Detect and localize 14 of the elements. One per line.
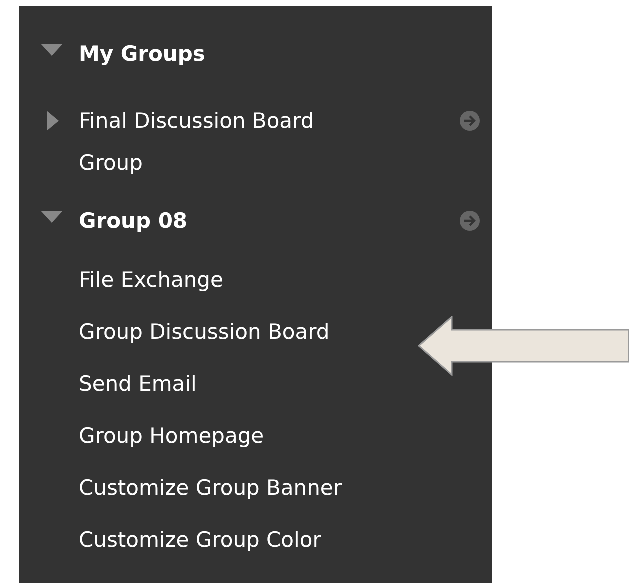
arrow-circle-icon[interactable] <box>460 111 480 131</box>
group-link[interactable]: Final Discussion Board Group <box>79 100 379 184</box>
group-tool-link[interactable]: Customize Group Banner <box>79 472 342 504</box>
caret-right-icon[interactable] <box>47 111 59 131</box>
caret-down-icon[interactable] <box>41 211 63 223</box>
group-tool-link[interactable]: Customize Group Color <box>79 524 322 556</box>
group-tool-link[interactable]: Group Homepage <box>79 420 264 452</box>
group-tool-link[interactable]: Send Email <box>79 368 197 400</box>
group-link[interactable]: Group 08 <box>79 200 379 242</box>
arrow-circle-icon[interactable] <box>460 211 480 231</box>
group-tool-link[interactable]: Group Discussion Board <box>79 316 330 348</box>
caret-down-icon[interactable] <box>41 44 63 56</box>
group-tool-link[interactable]: File Exchange <box>79 264 224 296</box>
section-heading[interactable]: My Groups <box>79 38 480 70</box>
